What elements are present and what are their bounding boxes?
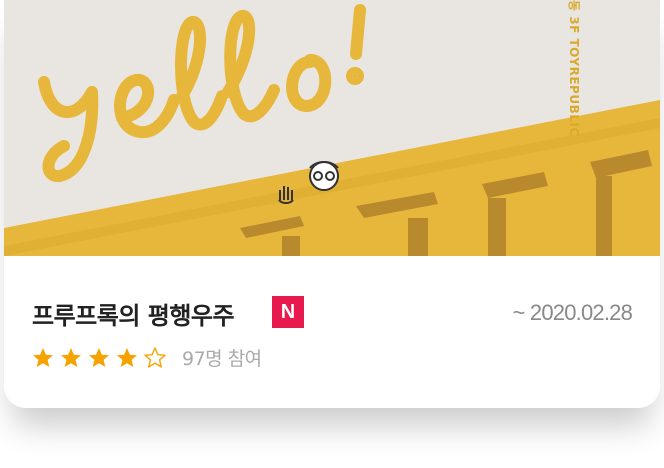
star-outline-icon <box>144 346 166 368</box>
rating: 97명 참여 <box>32 344 262 371</box>
star-filled-icon <box>89 347 109 367</box>
event-card[interactable]: 동 3F TOYREPUBLIC 프루프록의 평행우주 N ~ 2020.02.… <box>4 0 660 408</box>
event-title[interactable]: 프루프록의 평행우주 <box>32 296 235 331</box>
event-date: ~ 2020.02.28 <box>512 300 633 325</box>
star-filled-icon <box>33 347 53 367</box>
event-info: 프루프록의 평행우주 N ~ 2020.02.28 97명 참여 <box>4 256 660 408</box>
poster-image: 동 3F TOYREPUBLIC <box>4 0 660 256</box>
star-filled-icon <box>117 347 137 367</box>
poster-side-text: 동 3F TOYREPUBLIC <box>567 0 581 137</box>
participant-count: 97명 참여 <box>182 348 262 370</box>
new-badge: N <box>272 296 304 328</box>
rating-stars <box>32 346 172 369</box>
star-filled-icon <box>61 347 81 367</box>
